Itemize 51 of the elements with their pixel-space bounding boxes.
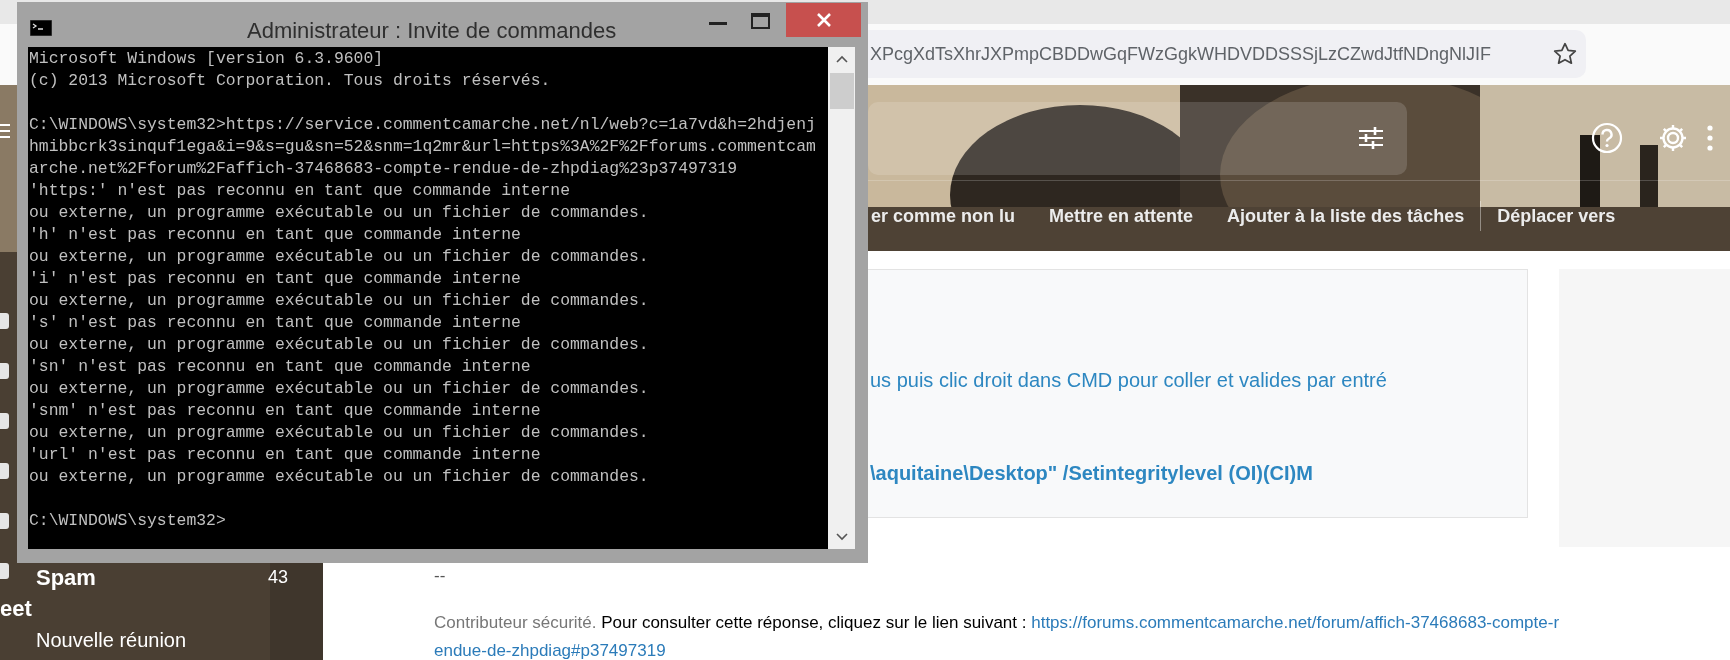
window-title: Administrateur : Invite de commandes bbox=[247, 17, 617, 45]
menu-icon[interactable] bbox=[0, 123, 10, 139]
console-line: arche.net%2Fforum%2Faffich-37468683-compte-rendue-de-zhpdiag%23p37497319 bbox=[29, 158, 738, 180]
url-text: XPcgXdTsXhrJXPmpCBDDwGqFWzGgkWHDVDDSSSjLzCZwdJtfNDngNlJIF bbox=[870, 42, 1492, 66]
signature-separator: -- bbox=[434, 565, 446, 587]
console-line: 'https:' n'est pas reconnu en tant que commande interne bbox=[29, 180, 570, 202]
toolbar-action[interactable]: Déplacer vers bbox=[1497, 202, 1616, 230]
minimize-icon[interactable] bbox=[709, 22, 727, 26]
console-line: ou externe, un programme exécutable ou un fichier de commandes. bbox=[29, 466, 649, 488]
toolbar-action[interactable]: er comme non lu bbox=[871, 202, 1016, 230]
maximize-icon[interactable] bbox=[751, 13, 770, 29]
filter-icon[interactable] bbox=[1357, 126, 1385, 150]
console-line: 'snm' n'est pas reconnu en tant que commande interne bbox=[29, 400, 541, 422]
scroll-up-icon[interactable] bbox=[835, 55, 848, 63]
console-line: 'h' n'est pas reconnu en tant que commande interne bbox=[29, 224, 521, 246]
console-line: ou externe, un programme exécutable ou un fichier de commandes. bbox=[29, 422, 649, 444]
star-icon[interactable] bbox=[1552, 41, 1578, 67]
console-line: ou externe, un programme exécutable ou un fichier de commandes. bbox=[29, 290, 649, 312]
scrollbar[interactable] bbox=[828, 47, 855, 549]
section-title: eet bbox=[0, 594, 32, 623]
console-line: ou externe, un programme exécutable ou un fichier de commandes. bbox=[29, 202, 649, 224]
link[interactable]: https://forums.commentcamarche.net/forum/affich-37468683-compte-r bbox=[1031, 613, 1560, 632]
console-line: ou externe, un programme exécutable ou un fichier de commandes. bbox=[29, 246, 649, 268]
sidebar-item[interactable]: Nouvelle réunion bbox=[36, 625, 187, 655]
console-line: 'url' n'est pas reconnu en tant que commande interne bbox=[29, 444, 541, 466]
scroll-down-icon[interactable] bbox=[835, 533, 848, 541]
footer-text: Contributeur sécurité. Pour consulter cette réponse, cliquez sur le lien suivant : https://forums.commentcamarche.net/forum/affich-37468683-compte-r endue-de-zhpdiag#p37497319 bbox=[434, 612, 1560, 660]
address-bar[interactable]: XPcgXdTsXhrJXPmpCBDDwGqFWzGgkWHDVDDSSSjLzCZwdJtfNDngNlJIF bbox=[868, 30, 1586, 78]
console-line: Microsoft Windows [version 6.3.9600] bbox=[29, 48, 384, 70]
toolbar-action[interactable]: Ajouter à la liste des tâches bbox=[1227, 202, 1465, 230]
console-line: 'sn' n'est pas reconnu en tant que commande interne bbox=[29, 356, 531, 378]
close-icon[interactable] bbox=[815, 12, 832, 28]
command-text: \aquitaine\Desktop" /Setintegritylevel (OI)(CI)M bbox=[870, 461, 1313, 486]
console-line: ou externe, un programme exécutable ou un fichier de commandes. bbox=[29, 334, 649, 356]
console-line: 's' n'est pas reconnu en tant que commande interne bbox=[29, 312, 521, 334]
console-line: 'i' n'est pas reconnu en tant que commande interne bbox=[29, 268, 521, 290]
console-line: hmibbcrk3sinquf1ega&i=9&s=gu&sn=52&snm=1q2mr&url=https%3A%2F%2Fforums.commentcam bbox=[29, 136, 816, 158]
console-icon bbox=[30, 20, 52, 36]
help-icon[interactable] bbox=[1591, 122, 1623, 154]
search-field[interactable] bbox=[868, 101, 1407, 175]
unread-count: 43 bbox=[267, 565, 288, 589]
message-text: us puis clic droit dans CMD pour coller et valides par entré bbox=[870, 368, 1387, 393]
console-line: C:\WINDOWS\system32>https://service.commentcamarche.net/nl/web?c=1a7vd&h=2hdjenj bbox=[29, 114, 816, 136]
close-button[interactable] bbox=[786, 3, 861, 37]
toolbar-action[interactable]: Mettre en attente bbox=[1049, 202, 1194, 230]
sidebar-item[interactable]: Spam bbox=[36, 560, 96, 594]
scroll-thumb[interactable] bbox=[829, 73, 854, 109]
console-line: C:\WINDOWS\system32> bbox=[29, 510, 226, 532]
console-line: ou externe, un programme exécutable ou un fichier de commandes. bbox=[29, 378, 649, 400]
console-line: (c) 2013 Microsoft Corporation. Tous droits réservés. bbox=[29, 70, 551, 92]
link[interactable]: endue-de-zhpdiag#p37497319 bbox=[434, 641, 666, 660]
